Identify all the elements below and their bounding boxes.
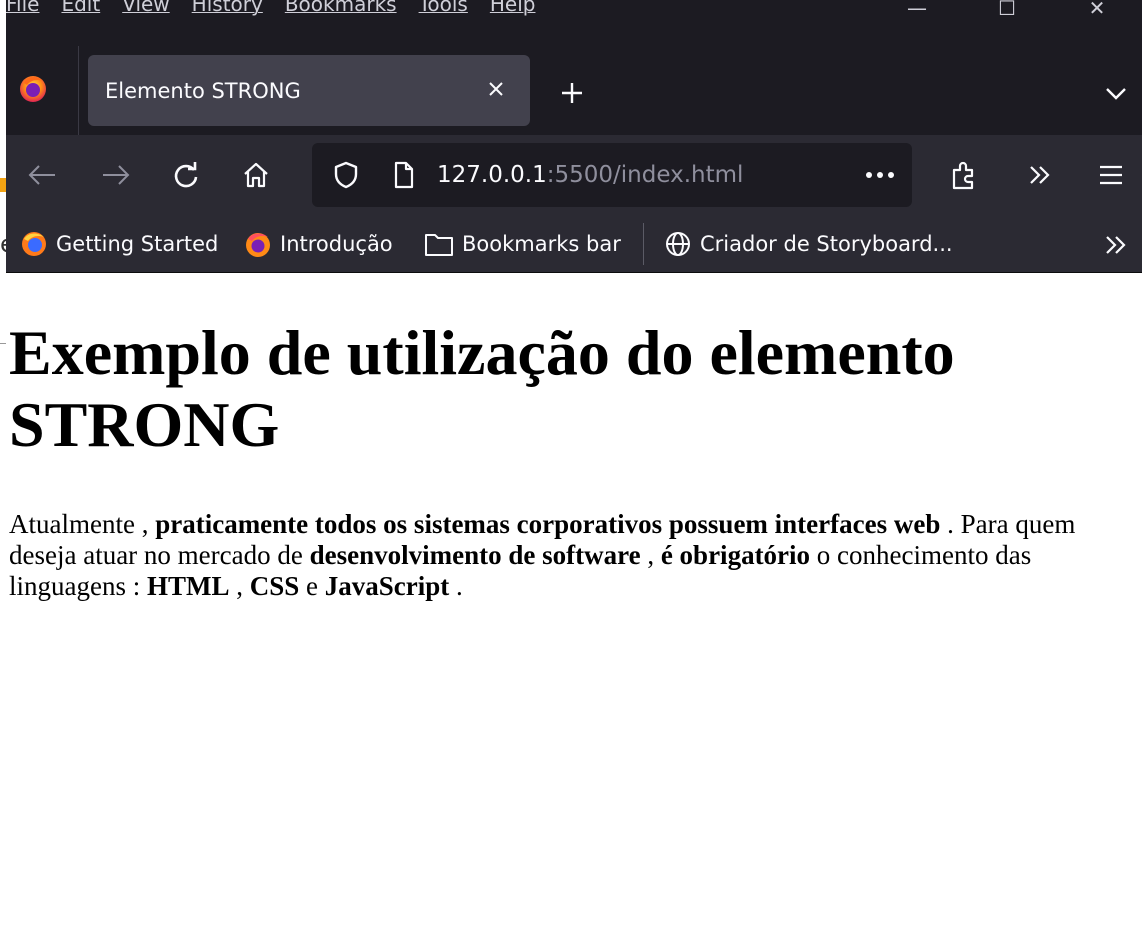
double-chevron-right-icon — [1106, 236, 1126, 254]
double-chevron-right-icon — [1030, 166, 1050, 184]
paragraph-text: Atualmente , — [9, 509, 149, 539]
list-all-tabs-button[interactable] — [1096, 73, 1136, 113]
page-heading: Exemplo de utilização do elemento STRONG — [9, 317, 955, 460]
menu-bookmarks[interactable]: Bookmarks — [285, 0, 397, 16]
tabbar-separator — [78, 46, 79, 136]
strong-text: é obrigatório — [660, 540, 811, 570]
home-button[interactable] — [236, 155, 276, 195]
bookmarks-toolbar: Getting Started Introdução Bookmarks bar… — [6, 215, 1142, 273]
tab-bar: Elemento STRONG — [6, 28, 1142, 136]
forward-button[interactable] — [96, 155, 136, 195]
page-icon — [394, 161, 414, 189]
bookmark-label: Introdução — [280, 232, 393, 256]
url-text[interactable]: 127.0.0.1:5500/index.html — [437, 161, 743, 189]
home-icon — [244, 162, 268, 188]
close-icon — [489, 82, 503, 96]
back-arrow-icon — [28, 165, 55, 185]
more-bookmarks-button[interactable] — [1098, 227, 1134, 263]
minimize-button[interactable]: — — [872, 0, 962, 28]
navigation-toolbar: 127.0.0.1:5500/index.html — [6, 135, 1142, 215]
firefox-icon — [246, 233, 270, 257]
window-controls: — ☐ ✕ — [872, 0, 1142, 28]
bookmark-criador-storyboard[interactable]: Criador de Storyboard... — [664, 228, 953, 260]
paragraph-text: , — [236, 571, 243, 601]
reload-button[interactable] — [166, 155, 206, 195]
paragraph-text: e — [306, 571, 319, 601]
menu-help[interactable]: Help — [490, 0, 536, 16]
new-tab-button[interactable] — [552, 73, 592, 113]
close-icon: ✕ — [1088, 0, 1106, 20]
site-info-button[interactable] — [386, 157, 422, 193]
browser-window: File Edit View History Bookmarks Tools H… — [6, 0, 1142, 951]
app-menu-button[interactable] — [1091, 155, 1131, 195]
plus-icon — [562, 83, 582, 103]
more-tools-button[interactable] — [1020, 155, 1060, 195]
tab-active[interactable]: Elemento STRONG — [88, 55, 530, 126]
folder-icon — [425, 234, 453, 256]
maximize-button[interactable]: ☐ — [962, 0, 1052, 28]
globe-icon — [666, 232, 690, 256]
minimize-icon: — — [907, 0, 927, 20]
tab-title: Elemento STRONG — [105, 79, 301, 103]
maximize-icon: ☐ — [998, 0, 1016, 20]
bookmark-introducao[interactable]: Introdução — [244, 228, 393, 260]
strong-text: praticamente todos os sistemas corporati… — [155, 509, 941, 539]
menu-file[interactable]: File — [6, 0, 39, 16]
url-bar[interactable]: 127.0.0.1:5500/index.html — [312, 143, 912, 207]
menu-edit[interactable]: Edit — [61, 0, 100, 16]
menu-items: File Edit View History Bookmarks Tools H… — [6, 0, 535, 16]
bookmark-folder-bookmarks-bar[interactable]: Bookmarks bar — [424, 228, 621, 260]
firefox-blue-icon — [22, 232, 46, 256]
menu-bar: File Edit View History Bookmarks Tools H… — [6, 0, 1142, 28]
bookmark-getting-started[interactable]: Getting Started — [20, 228, 218, 260]
page-actions-button[interactable] — [862, 157, 898, 193]
strong-text: desenvolvimento de software — [309, 540, 641, 570]
menu-view[interactable]: View — [122, 0, 169, 16]
puzzle-icon — [952, 161, 974, 190]
extensions-button[interactable] — [944, 155, 984, 195]
firefox-icon — [20, 76, 46, 102]
chevron-down-icon — [1106, 88, 1126, 100]
menu-tools[interactable]: Tools — [419, 0, 468, 16]
close-window-button[interactable]: ✕ — [1052, 0, 1142, 28]
bookmarks-separator — [643, 223, 644, 265]
bookmark-label: Bookmarks bar — [462, 232, 621, 256]
strong-text: JavaScript — [324, 571, 450, 601]
menu-history[interactable]: History — [192, 0, 263, 16]
hamburger-menu-icon — [1100, 165, 1122, 185]
reload-icon — [174, 162, 198, 188]
url-host: 127.0.0.1 — [437, 162, 547, 188]
paragraph-text: , — [647, 540, 655, 570]
forward-arrow-icon — [103, 165, 130, 185]
more-dots-icon — [866, 172, 894, 178]
url-path: :5500/index.html — [546, 162, 744, 188]
firefox-view-button[interactable] — [18, 73, 48, 103]
shield-icon — [334, 161, 358, 189]
bookmark-label: Criador de Storyboard... — [700, 232, 953, 256]
strong-text: CSS — [249, 571, 300, 601]
tab-close-button[interactable] — [480, 73, 512, 105]
page-content: Exemplo de utilização do elemento STRONG… — [6, 273, 1142, 951]
bookmark-label: Getting Started — [56, 232, 219, 256]
strong-text: HTML — [146, 571, 230, 601]
paragraph-text: . — [456, 571, 463, 601]
back-button[interactable] — [22, 155, 62, 195]
tracking-protection-button[interactable] — [328, 157, 364, 193]
page-paragraph: Atualmente , praticamente todos os siste… — [9, 509, 1142, 602]
